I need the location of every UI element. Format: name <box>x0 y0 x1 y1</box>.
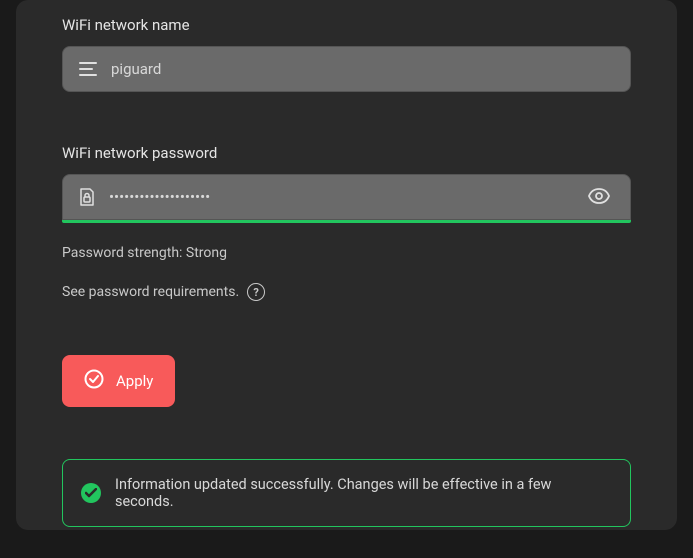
wifi-name-input-wrap[interactable] <box>62 46 631 92</box>
eye-icon <box>588 188 610 207</box>
menu-icon <box>79 62 97 76</box>
password-requirements-text: See password requirements. <box>62 284 239 300</box>
apply-button[interactable]: Apply <box>62 355 175 407</box>
success-banner: Information updated successfully. Change… <box>62 459 631 527</box>
success-check-icon <box>81 483 101 503</box>
apply-button-label: Apply <box>116 372 153 390</box>
password-strength-bar <box>62 220 631 223</box>
wifi-password-label: WiFi network password <box>62 144 631 162</box>
password-strength-text: Password strength: Strong <box>62 245 631 261</box>
wifi-name-input[interactable] <box>111 60 614 78</box>
wifi-name-group: WiFi network name <box>62 0 631 92</box>
password-requirements-row[interactable]: See password requirements. ? <box>62 283 631 301</box>
success-message: Information updated successfully. Change… <box>115 476 612 510</box>
settings-panel: WiFi network name WiFi network password <box>16 0 677 530</box>
toggle-password-visibility-button[interactable] <box>584 184 614 211</box>
wifi-name-label: WiFi network name <box>62 16 631 34</box>
help-icon[interactable]: ? <box>247 283 265 301</box>
wifi-password-group: WiFi network password <box>62 128 631 301</box>
password-block <box>62 174 631 223</box>
wifi-password-input-wrap[interactable] <box>62 174 631 220</box>
check-circle-icon <box>84 369 104 393</box>
lock-file-icon <box>79 187 95 207</box>
wifi-password-input[interactable] <box>109 188 584 206</box>
